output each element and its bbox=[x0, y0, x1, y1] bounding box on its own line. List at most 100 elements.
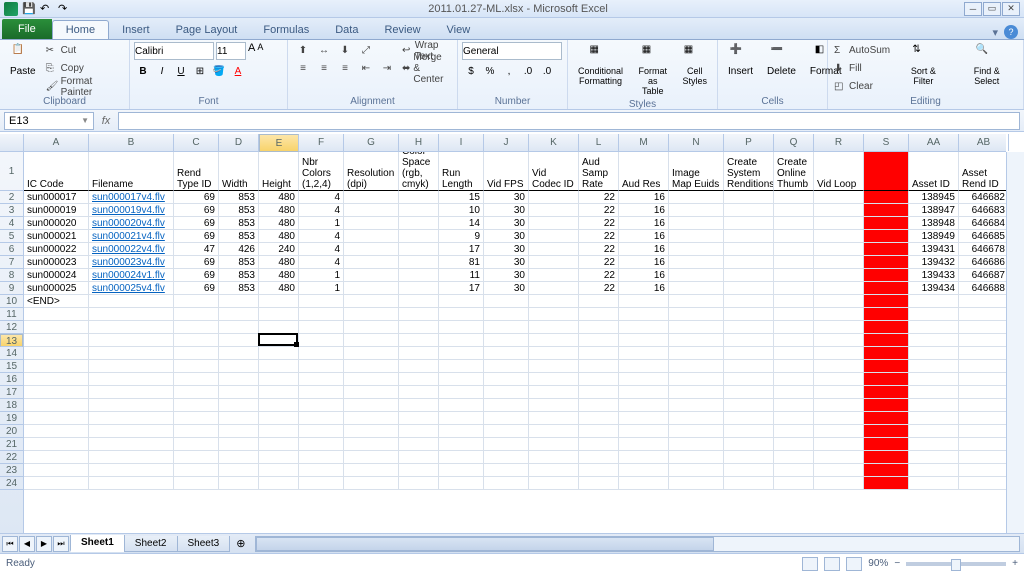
cell-grid[interactable]: IC CodeFilenameRend Type IDWidthHeightNb… bbox=[24, 152, 1006, 533]
cell[interactable] bbox=[909, 399, 959, 412]
cell[interactable] bbox=[579, 399, 619, 412]
cell[interactable] bbox=[259, 321, 299, 334]
cell[interactable] bbox=[439, 347, 484, 360]
cell[interactable]: 10 bbox=[439, 204, 484, 217]
cell[interactable] bbox=[259, 399, 299, 412]
cell[interactable] bbox=[619, 399, 669, 412]
cell[interactable] bbox=[529, 282, 579, 295]
cell[interactable]: 646685 bbox=[959, 230, 1006, 243]
cell[interactable] bbox=[669, 438, 724, 451]
cell[interactable] bbox=[864, 477, 909, 490]
cell[interactable] bbox=[299, 386, 344, 399]
cell[interactable] bbox=[529, 425, 579, 438]
cell[interactable] bbox=[89, 464, 174, 477]
cell[interactable] bbox=[814, 269, 864, 282]
cell[interactable] bbox=[864, 282, 909, 295]
cell[interactable]: 646678 bbox=[959, 243, 1006, 256]
italic-button[interactable]: I bbox=[153, 62, 171, 80]
cell[interactable] bbox=[344, 243, 399, 256]
cell[interactable] bbox=[299, 438, 344, 451]
cell[interactable] bbox=[174, 308, 219, 321]
cell[interactable]: Rend Type ID bbox=[174, 152, 219, 191]
cell[interactable] bbox=[299, 308, 344, 321]
cell[interactable] bbox=[774, 321, 814, 334]
cell[interactable]: sun000023v4.flv bbox=[89, 256, 174, 269]
row-header-2[interactable]: 2 bbox=[0, 191, 23, 204]
col-header-A[interactable]: A bbox=[24, 134, 89, 151]
cell[interactable] bbox=[484, 399, 529, 412]
cell[interactable]: 853 bbox=[219, 191, 259, 204]
cell[interactable]: 138945 bbox=[909, 191, 959, 204]
cell[interactable]: 30 bbox=[484, 243, 529, 256]
cell[interactable] bbox=[724, 230, 774, 243]
cell[interactable] bbox=[864, 334, 909, 347]
col-header-G[interactable]: G bbox=[344, 134, 399, 151]
cell[interactable] bbox=[344, 269, 399, 282]
row-header-4[interactable]: 4 bbox=[0, 217, 23, 230]
cell[interactable] bbox=[724, 347, 774, 360]
cell[interactable]: 853 bbox=[219, 217, 259, 230]
cell[interactable] bbox=[814, 295, 864, 308]
tab-view[interactable]: View bbox=[434, 21, 484, 39]
cell[interactable]: 22 bbox=[579, 204, 619, 217]
cell[interactable] bbox=[174, 412, 219, 425]
cell[interactable] bbox=[89, 360, 174, 373]
cell[interactable] bbox=[399, 217, 439, 230]
cell[interactable] bbox=[529, 295, 579, 308]
col-header-P[interactable]: P bbox=[724, 134, 774, 151]
cell[interactable]: 853 bbox=[219, 256, 259, 269]
cell[interactable]: 22 bbox=[579, 282, 619, 295]
col-header-Q[interactable]: Q bbox=[774, 134, 814, 151]
cell[interactable] bbox=[344, 282, 399, 295]
cell[interactable] bbox=[814, 243, 864, 256]
sheet-tab-2[interactable]: Sheet2 bbox=[124, 536, 178, 552]
cell[interactable] bbox=[24, 451, 89, 464]
cell[interactable] bbox=[219, 451, 259, 464]
cell[interactable]: 81 bbox=[439, 256, 484, 269]
cell[interactable] bbox=[89, 412, 174, 425]
cell[interactable] bbox=[484, 451, 529, 464]
cell[interactable] bbox=[814, 256, 864, 269]
cell[interactable] bbox=[219, 425, 259, 438]
cell[interactable] bbox=[399, 295, 439, 308]
font-family-select[interactable] bbox=[134, 42, 214, 60]
cell[interactable] bbox=[344, 308, 399, 321]
decrease-font-icon[interactable]: A bbox=[257, 42, 263, 60]
cell[interactable] bbox=[814, 386, 864, 399]
conditional-formatting-button[interactable]: ▦Conditional Formatting bbox=[572, 42, 629, 88]
tab-file[interactable]: File bbox=[2, 19, 52, 39]
cell[interactable] bbox=[219, 295, 259, 308]
cell[interactable]: 4 bbox=[299, 191, 344, 204]
cell[interactable] bbox=[529, 412, 579, 425]
cell[interactable]: 30 bbox=[484, 282, 529, 295]
cell[interactable] bbox=[774, 282, 814, 295]
cell[interactable] bbox=[814, 191, 864, 204]
cell[interactable] bbox=[259, 334, 299, 347]
cell[interactable] bbox=[814, 204, 864, 217]
cell[interactable] bbox=[669, 191, 724, 204]
col-header-AB[interactable]: AB bbox=[959, 134, 1009, 151]
cell[interactable] bbox=[299, 477, 344, 490]
cell[interactable] bbox=[174, 295, 219, 308]
cell[interactable] bbox=[774, 412, 814, 425]
cell[interactable] bbox=[529, 321, 579, 334]
cell[interactable] bbox=[814, 464, 864, 477]
cell[interactable] bbox=[814, 399, 864, 412]
cell[interactable] bbox=[724, 438, 774, 451]
cell[interactable]: Width bbox=[219, 152, 259, 191]
next-sheet-button[interactable]: ▶ bbox=[36, 536, 52, 552]
cell[interactable] bbox=[344, 191, 399, 204]
delete-cells-button[interactable]: ➖Delete bbox=[761, 42, 802, 79]
cell[interactable] bbox=[669, 256, 724, 269]
cell[interactable] bbox=[724, 204, 774, 217]
sheet-tab-3[interactable]: Sheet3 bbox=[177, 536, 231, 552]
row-header-7[interactable]: 7 bbox=[0, 256, 23, 269]
col-header-AA[interactable]: AA bbox=[909, 134, 959, 151]
cell[interactable]: 1 bbox=[299, 282, 344, 295]
cell[interactable]: 139434 bbox=[909, 282, 959, 295]
cell[interactable] bbox=[619, 451, 669, 464]
cell[interactable] bbox=[959, 477, 1006, 490]
cell[interactable] bbox=[529, 399, 579, 412]
cell[interactable]: Aud Samp Rate bbox=[579, 152, 619, 191]
clear-button[interactable]: ◰Clear bbox=[832, 78, 892, 95]
